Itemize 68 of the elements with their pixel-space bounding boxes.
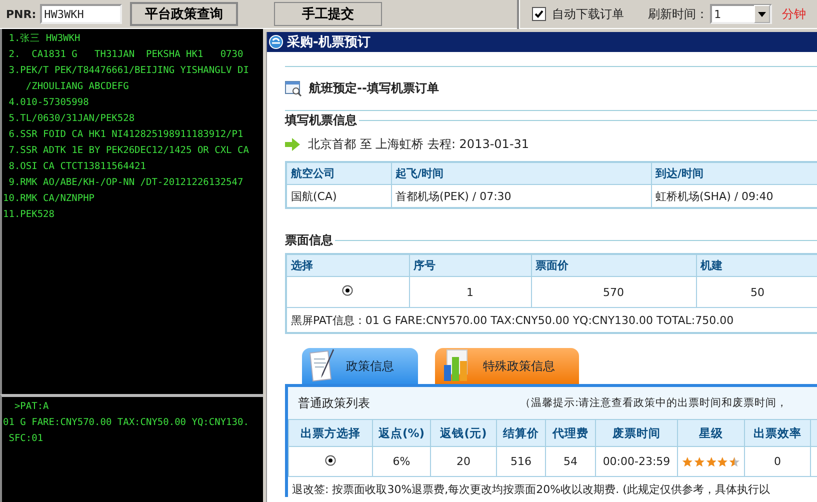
panel-title: 普通政策列表 bbox=[298, 394, 370, 412]
column-header: 出票方选择 bbox=[288, 420, 372, 446]
refresh-dropdown[interactable]: 1 bbox=[710, 4, 772, 24]
terminal-line: 01 G FARE:CNY570.00 TAX:CNY50.00 YQ:CNY130. bbox=[3, 416, 250, 430]
refresh-label: 刷新时间： bbox=[648, 6, 708, 22]
terminal-line: 10.RMK CA/NZNPHP bbox=[3, 192, 96, 206]
column-header: 返点(%) bbox=[372, 420, 430, 446]
column-header: 票面价 bbox=[531, 254, 696, 276]
tab[interactable]: 政策信息 bbox=[302, 348, 418, 384]
browser-icon bbox=[268, 34, 284, 50]
table-cell: 570 bbox=[531, 276, 696, 308]
notice-text: （温馨提示:请注意查看政策中的出票时间和废票时间， bbox=[520, 396, 788, 410]
policy-query-button[interactable]: 平台政策查询 bbox=[130, 2, 238, 26]
star-icon bbox=[694, 456, 705, 468]
radio-button[interactable] bbox=[325, 454, 336, 466]
route-text: 北京首都 至 上海虹桥 去程: 2013-01-31 bbox=[308, 136, 530, 152]
column-header: 航空公司 bbox=[286, 162, 391, 184]
star-icon bbox=[729, 456, 740, 468]
terminal-line: 9.RMK AO/ABE/KH-/OP-NN /DT-20121226132547 bbox=[8, 176, 244, 190]
terminal-line: >PAT:A bbox=[13, 400, 50, 414]
column-header: 结算价 bbox=[496, 420, 546, 446]
pnr-input-field[interactable]: HW3WKH bbox=[40, 4, 122, 24]
radio-button[interactable] bbox=[342, 285, 354, 296]
section-title: 填写机票信息 bbox=[285, 111, 817, 129]
search-window-icon bbox=[285, 80, 303, 96]
terminal-line: 11.PEK528 bbox=[3, 208, 56, 222]
star-icon bbox=[717, 456, 728, 468]
column-header: 到达/时间 bbox=[651, 162, 817, 184]
star-icon bbox=[706, 456, 716, 468]
arrow-icon bbox=[285, 138, 300, 150]
column-header: 代理费 bbox=[546, 420, 596, 446]
column-header: 机建 bbox=[696, 254, 817, 276]
rules-text: 退改签: 按票面收取30%退票费,每次更改均按票面20%收以改期费. (此规定仅供参考，具体执行以 bbox=[291, 482, 771, 497]
column-header: 废票时间 bbox=[596, 420, 678, 446]
dropdown-arrow-icon[interactable] bbox=[758, 12, 766, 16]
manual-submit-button[interactable]: 手工提交 bbox=[274, 2, 382, 26]
column-header: 出票效率 bbox=[744, 420, 810, 446]
table-cell: 0 bbox=[744, 446, 810, 476]
page-heading: 航班预定--填写机票订单 bbox=[309, 80, 439, 97]
table-cell: 1 bbox=[409, 276, 531, 308]
checkbox-label: 自动下载订单 bbox=[552, 6, 624, 22]
table-cell: 20 bbox=[430, 446, 496, 476]
column-header: 选择 bbox=[286, 254, 409, 276]
window-title: 采购-机票预订 bbox=[287, 34, 370, 51]
table-cell: 516 bbox=[496, 446, 546, 476]
terminal-line: 3.PEK/T PEK/T84476661/BEIJING YISHANGLV DI bbox=[8, 64, 250, 78]
table-cell: 6% bbox=[372, 446, 430, 476]
terminal-line: 4.010-57305998 bbox=[8, 96, 90, 110]
table-cell: 54 bbox=[546, 446, 596, 476]
star-icon bbox=[682, 456, 693, 468]
terminal-line: 1.张三 HW3WKH bbox=[8, 32, 82, 46]
table-cell: 00:00-23:59 bbox=[596, 446, 678, 476]
terminal-line: /ZHOULIANG ABCDEFG bbox=[24, 80, 130, 94]
pnr-label: PNR: bbox=[6, 8, 36, 20]
tab[interactable]: 特殊政策信息 bbox=[435, 348, 579, 384]
section-title: 票面信息 bbox=[285, 231, 817, 249]
terminal-line: 7.SSR ADTK 1E BY PEK26DEC12/1425 OR CXL CA bbox=[8, 144, 250, 158]
terminal-line: 2. CA1831 G TH31JAN PEKSHA HK1 0730 bbox=[8, 48, 244, 62]
terminal-line: 8.OSI CA CTCT13811564421 bbox=[8, 160, 147, 174]
column-header: 星级 bbox=[678, 420, 744, 446]
terminal-line: 5.TL/0630/31JAN/PEK528 bbox=[8, 112, 136, 126]
terminal-line: 6.SSR FOID CA HK1 NI412825198911183912/P1 bbox=[8, 128, 244, 142]
column-header: 起飞/时间 bbox=[391, 162, 651, 184]
terminal-line: SFC:01 bbox=[8, 432, 44, 446]
column-header: 序号 bbox=[409, 254, 531, 276]
unit-label: 分钟 bbox=[782, 6, 806, 22]
checkbox[interactable] bbox=[532, 7, 546, 21]
column-header: 返钱(元) bbox=[430, 420, 496, 446]
